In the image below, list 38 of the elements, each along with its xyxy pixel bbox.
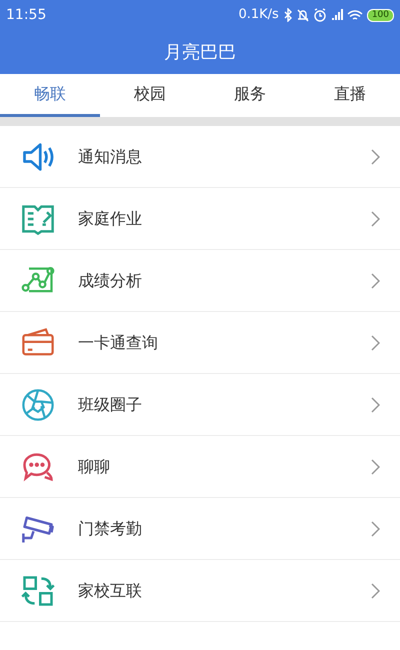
chevron-icon (370, 458, 380, 474)
chevron-icon (370, 520, 380, 536)
chevron-icon (370, 272, 380, 288)
menu-item[interactable]: 家校互联 (0, 560, 400, 622)
signal-icon (330, 8, 343, 22)
tab[interactable]: 服务 (200, 74, 300, 117)
menu-item[interactable]: 班级圈子 (0, 374, 400, 436)
network-speed: 0.1K/s (238, 6, 279, 24)
chevron-icon (370, 396, 380, 412)
battery-level: 100 (372, 10, 389, 20)
aperture-icon (20, 386, 56, 422)
menu-label: 一卡通查询 (78, 332, 158, 354)
menu-item[interactable]: 家庭作业 (0, 188, 400, 250)
menu-label: 通知消息 (78, 146, 142, 168)
bluetooth-icon (282, 8, 293, 22)
menu-item[interactable]: 一卡通查询 (0, 312, 400, 374)
muted-bell-icon (296, 8, 309, 22)
tab[interactable]: 直播 (300, 74, 400, 117)
chevron-icon (370, 334, 380, 350)
header-title: 月亮巴巴 (164, 40, 236, 64)
alarm-icon (312, 8, 327, 22)
menu-item[interactable]: 门禁考勤 (0, 498, 400, 560)
tab[interactable]: 畅联 (0, 74, 100, 117)
status-time: 11:55 (6, 6, 46, 24)
menu-label: 家校互联 (78, 580, 142, 602)
menu-item[interactable]: 成绩分析 (0, 250, 400, 312)
menu-item[interactable]: 聊聊 (0, 436, 400, 498)
wifi-icon (346, 8, 363, 22)
menu-item[interactable]: 通知消息 (0, 126, 400, 188)
chevron-icon (370, 148, 380, 164)
chevron-icon (370, 210, 380, 226)
menu-label: 家庭作业 (78, 208, 142, 230)
menu-label: 聊聊 (78, 456, 110, 478)
chevron-icon (370, 582, 380, 598)
menu-label: 门禁考勤 (78, 518, 142, 540)
tab[interactable]: 校园 (100, 74, 200, 117)
menu-label: 班级圈子 (78, 394, 142, 416)
menu-label: 成绩分析 (78, 270, 142, 292)
